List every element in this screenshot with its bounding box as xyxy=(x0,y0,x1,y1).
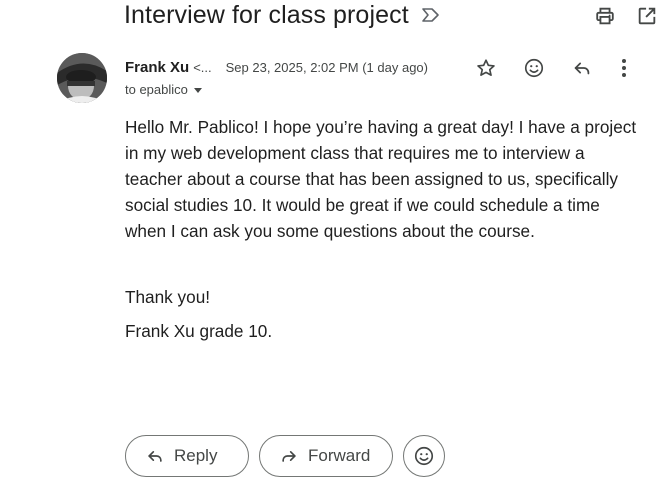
label-arrow-icon[interactable] xyxy=(421,7,441,23)
message-body: Hello Mr. Pablico! I hope you’re having … xyxy=(125,114,645,344)
sender-row: Frank Xu <... Sep 23, 2025, 2:02 PM (1 d… xyxy=(125,57,428,77)
open-in-new-icon[interactable] xyxy=(633,2,661,30)
message-date: Sep 23, 2025, 2:02 PM (1 day ago) xyxy=(225,59,428,75)
sender-avatar[interactable] xyxy=(57,53,107,103)
more-vertical-icon[interactable] xyxy=(614,54,634,82)
forward-icon xyxy=(278,445,300,467)
reply-button[interactable]: Reply xyxy=(125,435,249,477)
body-closing: Thank you! xyxy=(125,287,211,307)
reply-icon xyxy=(144,445,166,467)
forward-button-label: Forward xyxy=(308,446,371,465)
chevron-down-icon xyxy=(193,87,202,93)
emoji-reaction-button[interactable] xyxy=(403,435,445,477)
body-signature: Frank Xu grade 10. xyxy=(125,321,273,341)
print-icon[interactable] xyxy=(591,2,619,30)
message-toolbar xyxy=(470,54,634,82)
reply-actions: Reply Forward xyxy=(125,435,445,477)
emoji-icon[interactable] xyxy=(518,54,550,82)
reply-icon[interactable] xyxy=(566,54,598,82)
email-subject: Interview for class project xyxy=(124,1,409,29)
forward-button[interactable]: Forward xyxy=(259,435,393,477)
thread-toolbar xyxy=(591,2,661,30)
sender-name[interactable]: Frank Xu xyxy=(125,59,189,76)
recipients-dropdown[interactable]: to epablico xyxy=(125,82,202,97)
sender-email[interactable]: <... xyxy=(193,60,211,75)
reply-button-label: Reply xyxy=(174,446,218,465)
email-view: Interview for class project Frank Xu <..… xyxy=(0,0,661,483)
star-icon[interactable] xyxy=(470,54,502,82)
subject-row: Interview for class project xyxy=(124,0,441,30)
emoji-icon xyxy=(414,446,434,466)
recipients-label: to epablico xyxy=(125,82,188,97)
body-paragraph: Hello Mr. Pablico! I hope you’re having … xyxy=(125,117,637,241)
